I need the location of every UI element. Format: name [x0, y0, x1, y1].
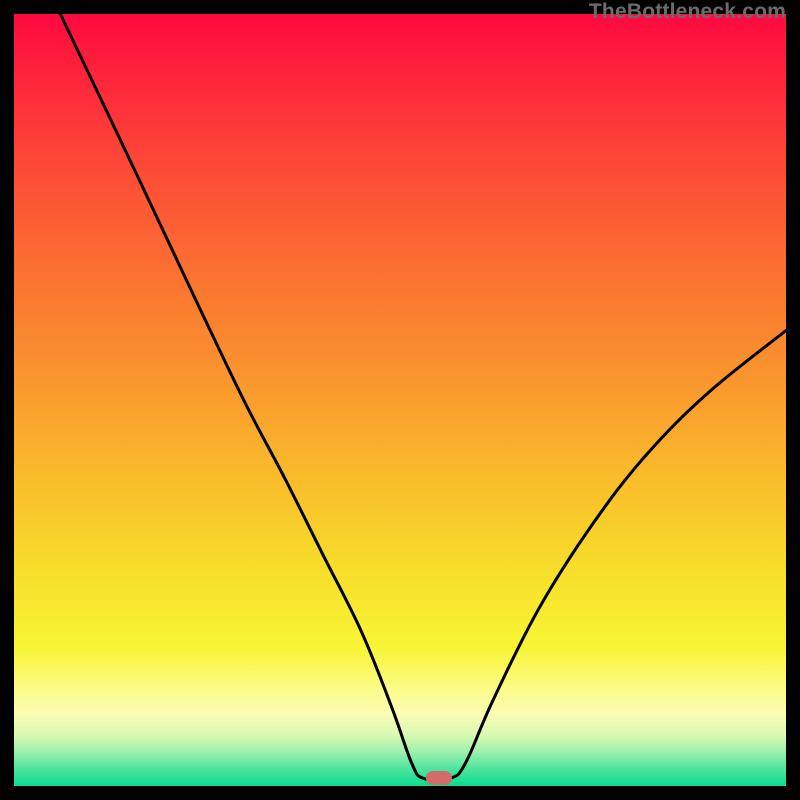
chart-frame: TheBottleneck.com [0, 0, 800, 800]
watermark-text: TheBottleneck.com [589, 0, 786, 24]
bottleneck-curve [14, 14, 786, 786]
optimal-marker [426, 771, 452, 785]
plot-area [14, 14, 786, 786]
